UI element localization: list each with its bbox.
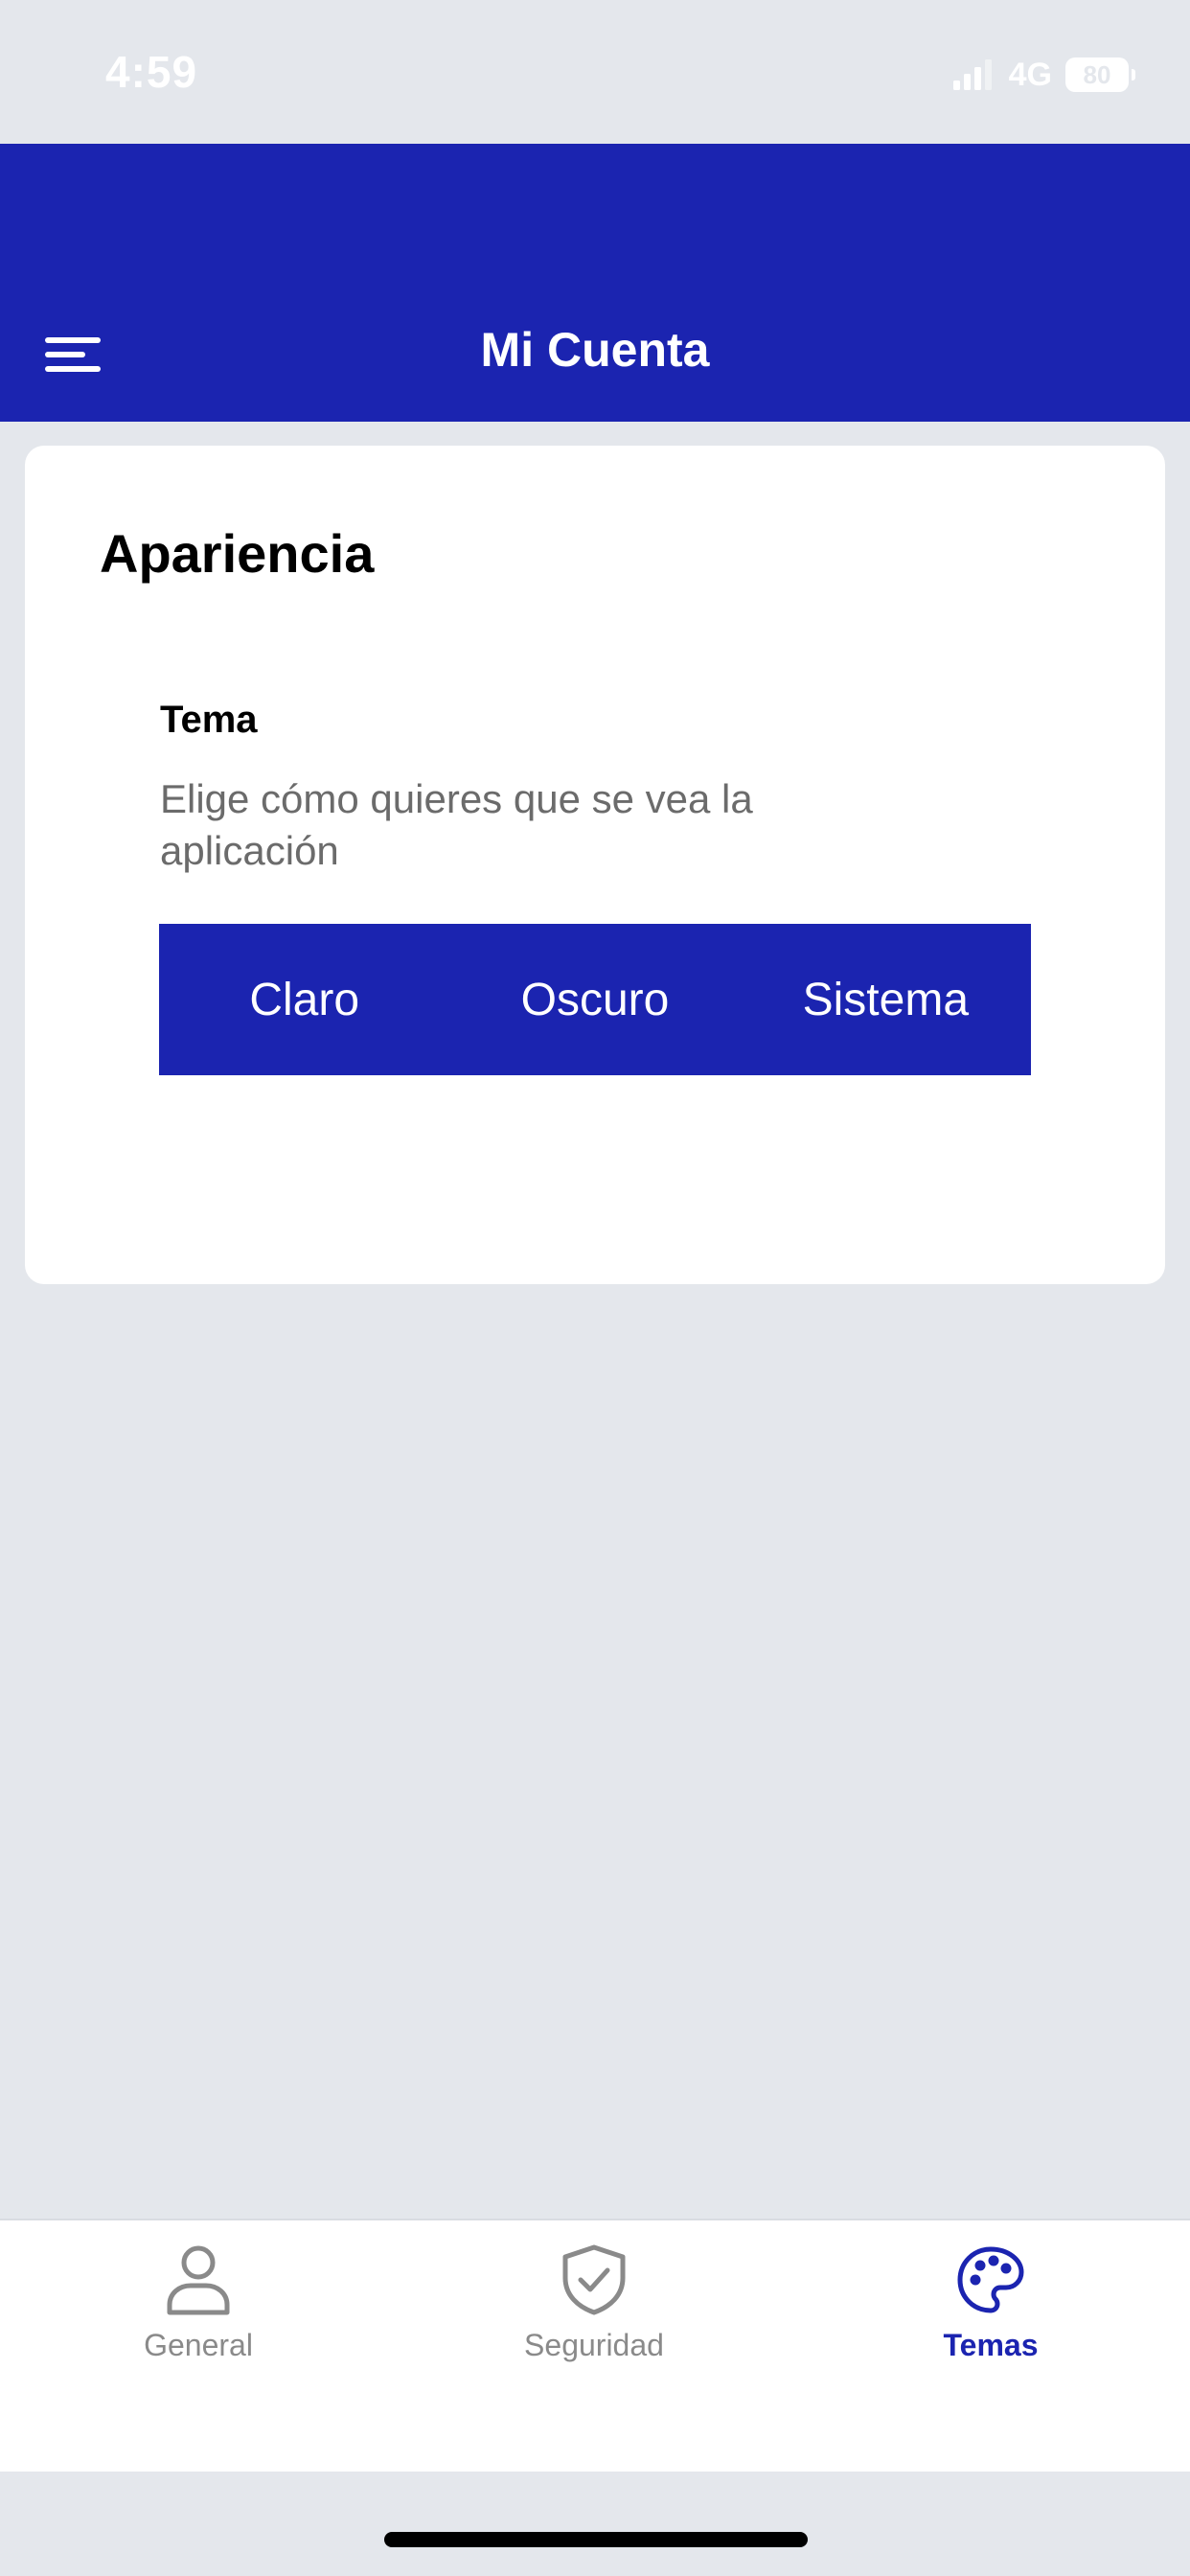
app-header <box>0 144 1190 422</box>
battery-icon: 80 <box>1065 58 1135 92</box>
shield-check-icon <box>556 2242 632 2318</box>
tab-label-seguridad: Seguridad <box>524 2328 664 2362</box>
bottom-tab-bar: General Seguridad Temas <box>0 2219 1190 2472</box>
theme-option-oscuro[interactable]: Oscuro <box>449 924 740 1075</box>
tab-general[interactable]: General <box>55 2242 342 2376</box>
page-title: Mi Cuenta <box>480 323 710 377</box>
palette-icon <box>952 2242 1029 2318</box>
theme-description: Elige cómo quieres que se vea la aplicac… <box>160 776 753 873</box>
theme-option-sistema[interactable]: Sistema <box>741 924 1031 1075</box>
theme-label: Tema <box>160 699 258 741</box>
tab-seguridad[interactable]: Seguridad <box>450 2242 738 2376</box>
status-bar: 4:59 4G 80 <box>0 0 1190 144</box>
status-time: 4:59 <box>105 47 198 97</box>
battery-level: 80 <box>1083 59 1111 89</box>
tab-label-general: General <box>144 2328 253 2362</box>
section-title: Apariencia <box>100 523 375 584</box>
theme-option-claro[interactable]: Claro <box>159 924 449 1075</box>
theme-selector: Claro Oscuro Sistema <box>159 924 1031 1075</box>
tab-temas[interactable]: Temas <box>847 2242 1134 2376</box>
tab-label-temas: Temas <box>943 2328 1039 2362</box>
status-indicators: 4G 80 <box>952 54 1135 96</box>
network-type: 4G <box>1008 56 1052 93</box>
cellular-signal-icon <box>952 59 992 90</box>
appearance-card: Apariencia Tema Elige cómo quieres que s… <box>25 446 1165 1284</box>
home-indicator[interactable] <box>384 2532 808 2547</box>
user-icon <box>160 2242 237 2318</box>
